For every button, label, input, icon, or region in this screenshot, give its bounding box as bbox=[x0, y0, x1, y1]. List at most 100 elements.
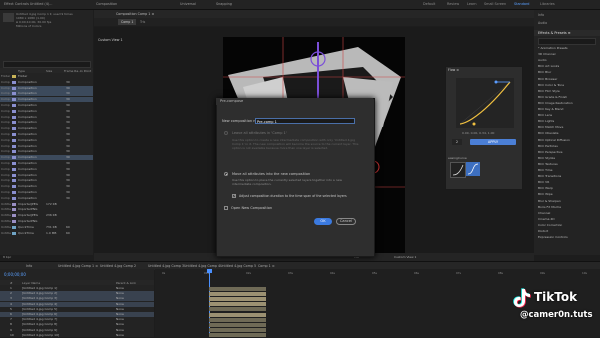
effect-category[interactable]: BCC Lights bbox=[538, 119, 554, 123]
layer-duration-bar[interactable] bbox=[209, 286, 266, 291]
tab-composition-comp1[interactable]: Composition Comp 1 ≡ bbox=[116, 12, 154, 16]
project-item[interactable]: Comp 13 Composition 30 bbox=[0, 149, 93, 154]
effect-category[interactable]: BCC Grade & Finish bbox=[538, 95, 567, 99]
ok-button[interactable]: OK bbox=[314, 218, 332, 225]
project-search-input[interactable] bbox=[3, 61, 91, 68]
project-item[interactable]: Comp 14 Composition 30 bbox=[0, 155, 93, 161]
layer-parent-select[interactable]: None bbox=[116, 333, 124, 338]
timeline-tab[interactable]: Untitled 4.jpg Comp 4 bbox=[184, 264, 220, 268]
layer-row[interactable]: 10 [Untitled 4.jpg Comp 10] None bbox=[0, 333, 154, 338]
project-item[interactable]: Comp 10 Composition 30 bbox=[0, 132, 93, 137]
workspace-review[interactable]: Review bbox=[447, 2, 459, 6]
label-color-swatch[interactable] bbox=[12, 173, 16, 177]
label-color-swatch[interactable] bbox=[12, 104, 16, 107]
label-color-swatch[interactable] bbox=[12, 127, 16, 131]
effect-category[interactable]: BCC Browser bbox=[538, 77, 557, 81]
composition-name-input[interactable]: Pre-comp 1 bbox=[255, 118, 355, 124]
effect-category[interactable]: Audio bbox=[538, 58, 547, 62]
project-item[interactable]: Comp 1 Composition 30 bbox=[0, 80, 93, 85]
workspace-standard[interactable]: Standard bbox=[514, 2, 529, 6]
layer-duration-bar[interactable] bbox=[209, 302, 266, 307]
label-color-swatch[interactable] bbox=[12, 225, 16, 229]
project-item[interactable]: Comp 11 Composition 30 bbox=[0, 138, 93, 143]
panel-tab-composition[interactable]: Composition bbox=[96, 2, 117, 6]
label-color-swatch[interactable] bbox=[12, 196, 16, 200]
effect-category[interactable]: BCC Key & Blend bbox=[538, 107, 563, 111]
label-color-swatch[interactable] bbox=[12, 156, 16, 160]
effect-category[interactable]: BCC Time bbox=[538, 168, 553, 172]
label-color-swatch[interactable] bbox=[12, 191, 16, 194]
effect-category[interactable]: BCC Perspective bbox=[538, 150, 563, 154]
current-time-display[interactable]: 0;00;00;00 bbox=[4, 272, 26, 277]
effect-category[interactable]: BCC Transitions bbox=[538, 174, 561, 178]
label-color-swatch[interactable] bbox=[12, 115, 16, 119]
project-item[interactable]: Folder Folder bbox=[0, 74, 93, 79]
effect-category[interactable]: BCC Particles bbox=[538, 144, 558, 148]
project-item[interactable]: Comp 5 Composition 30 bbox=[0, 103, 93, 108]
adjust-duration-checkbox[interactable]: ✓ bbox=[232, 194, 236, 198]
label-color-swatch[interactable] bbox=[12, 75, 16, 78]
label-color-swatch[interactable] bbox=[12, 138, 16, 142]
project-item[interactable]: Comp 3 Composition 30 bbox=[0, 91, 93, 97]
label-color-swatch[interactable] bbox=[12, 220, 16, 223]
effect-category[interactable]: BCC Optical Diffusion bbox=[538, 138, 570, 142]
layer-duration-bar[interactable] bbox=[209, 322, 266, 327]
subtab-tris[interactable]: Tris bbox=[140, 20, 145, 24]
timeline-tab[interactable]: Untitled 4.jpg Comp 2 bbox=[100, 264, 136, 268]
project-item[interactable]: Comp 15 Composition 30 bbox=[0, 161, 93, 166]
project-item[interactable]: Untitled ImporterPNG bbox=[0, 219, 93, 224]
effect-category[interactable]: BCC Film Style bbox=[538, 89, 560, 93]
panel-tab-effect-controls[interactable]: Effect Controls Untitled (4)... bbox=[4, 2, 52, 6]
column-frame-rate[interactable]: Frame Ra... bbox=[64, 69, 81, 73]
timeline-tab[interactable]: Untitled 4.jpg Comp 5 bbox=[220, 264, 256, 268]
effect-category[interactable]: BCC Color & Tone bbox=[538, 83, 564, 87]
label-color-swatch[interactable] bbox=[12, 121, 16, 125]
project-item[interactable]: Untitled QuickTime 731 KB 60 bbox=[0, 225, 93, 230]
playhead-handle[interactable] bbox=[207, 269, 212, 273]
tab-audio[interactable]: Audio bbox=[538, 21, 547, 25]
effect-category[interactable]: BCC Art Looks bbox=[538, 64, 559, 68]
label-color-swatch[interactable] bbox=[12, 109, 16, 113]
effect-category[interactable]: * Animation Presets bbox=[538, 46, 568, 50]
effect-category[interactable]: BCC Wipe bbox=[538, 192, 553, 196]
timeline-tab[interactable]: Untitled 4.jpg Comp 3 bbox=[148, 264, 184, 268]
flow-apply-button[interactable]: APPLY bbox=[470, 139, 516, 145]
effect-category[interactable]: BCC Textures bbox=[538, 162, 558, 166]
view-select[interactable]: Custom View 1 bbox=[394, 255, 416, 259]
project-item[interactable]: Comp 21 Composition 30 bbox=[0, 196, 93, 201]
column-type[interactable]: Type bbox=[18, 69, 25, 73]
project-item[interactable]: Comp 9 Composition 30 bbox=[0, 126, 93, 131]
workspace-learn[interactable]: Learn bbox=[467, 2, 476, 6]
project-item[interactable]: Comp 7 Composition 30 bbox=[0, 115, 93, 120]
label-color-swatch[interactable] bbox=[12, 144, 16, 148]
cancel-button[interactable]: Cancel bbox=[336, 218, 356, 225]
project-item[interactable]: Untitled ImporterJPEG 236 KB bbox=[0, 213, 93, 218]
effect-category[interactable]: Channel bbox=[538, 211, 550, 215]
effect-category[interactable]: BCC Blur bbox=[538, 70, 551, 74]
flow-preset-ease[interactable] bbox=[466, 162, 480, 176]
workspace-default[interactable]: Default bbox=[423, 2, 435, 6]
timeline-tab[interactable]: Info bbox=[26, 264, 32, 268]
project-item[interactable]: Comp 4 Composition 30 bbox=[0, 97, 93, 103]
tab-info[interactable]: Info bbox=[538, 13, 544, 17]
project-item[interactable]: Untitled ImporterPNG bbox=[0, 207, 93, 212]
effects-search-input[interactable] bbox=[538, 38, 596, 45]
project-item[interactable]: Comp 6 Composition 30 bbox=[0, 109, 93, 114]
label-color-swatch[interactable] bbox=[12, 185, 16, 189]
workspace-libraries[interactable]: Libraries bbox=[540, 2, 555, 6]
subtab-comp1[interactable]: Comp 1 bbox=[118, 19, 137, 25]
label-color-swatch[interactable] bbox=[12, 150, 16, 154]
layer-duration-bar[interactable] bbox=[209, 296, 266, 301]
label-color-swatch[interactable] bbox=[12, 162, 16, 165]
effect-category[interactable]: Distort bbox=[538, 229, 548, 233]
flow-preset-linear[interactable] bbox=[450, 162, 466, 178]
effect-category[interactable]: BCC Stylize bbox=[538, 156, 555, 160]
flow-number-field[interactable]: 2 bbox=[452, 139, 462, 145]
effect-category[interactable]: BCC Image Restoration bbox=[538, 101, 573, 105]
workspace-small-screen[interactable]: Small Screen bbox=[484, 2, 506, 6]
label-color-swatch[interactable] bbox=[12, 133, 16, 136]
effect-category[interactable]: BCC Match Move bbox=[538, 125, 563, 129]
project-item[interactable]: Untitled ImporterJPEG 172 KB bbox=[0, 202, 93, 207]
tool-universal[interactable]: Universal bbox=[180, 2, 196, 6]
effect-category[interactable]: BCC Lens bbox=[538, 113, 552, 117]
